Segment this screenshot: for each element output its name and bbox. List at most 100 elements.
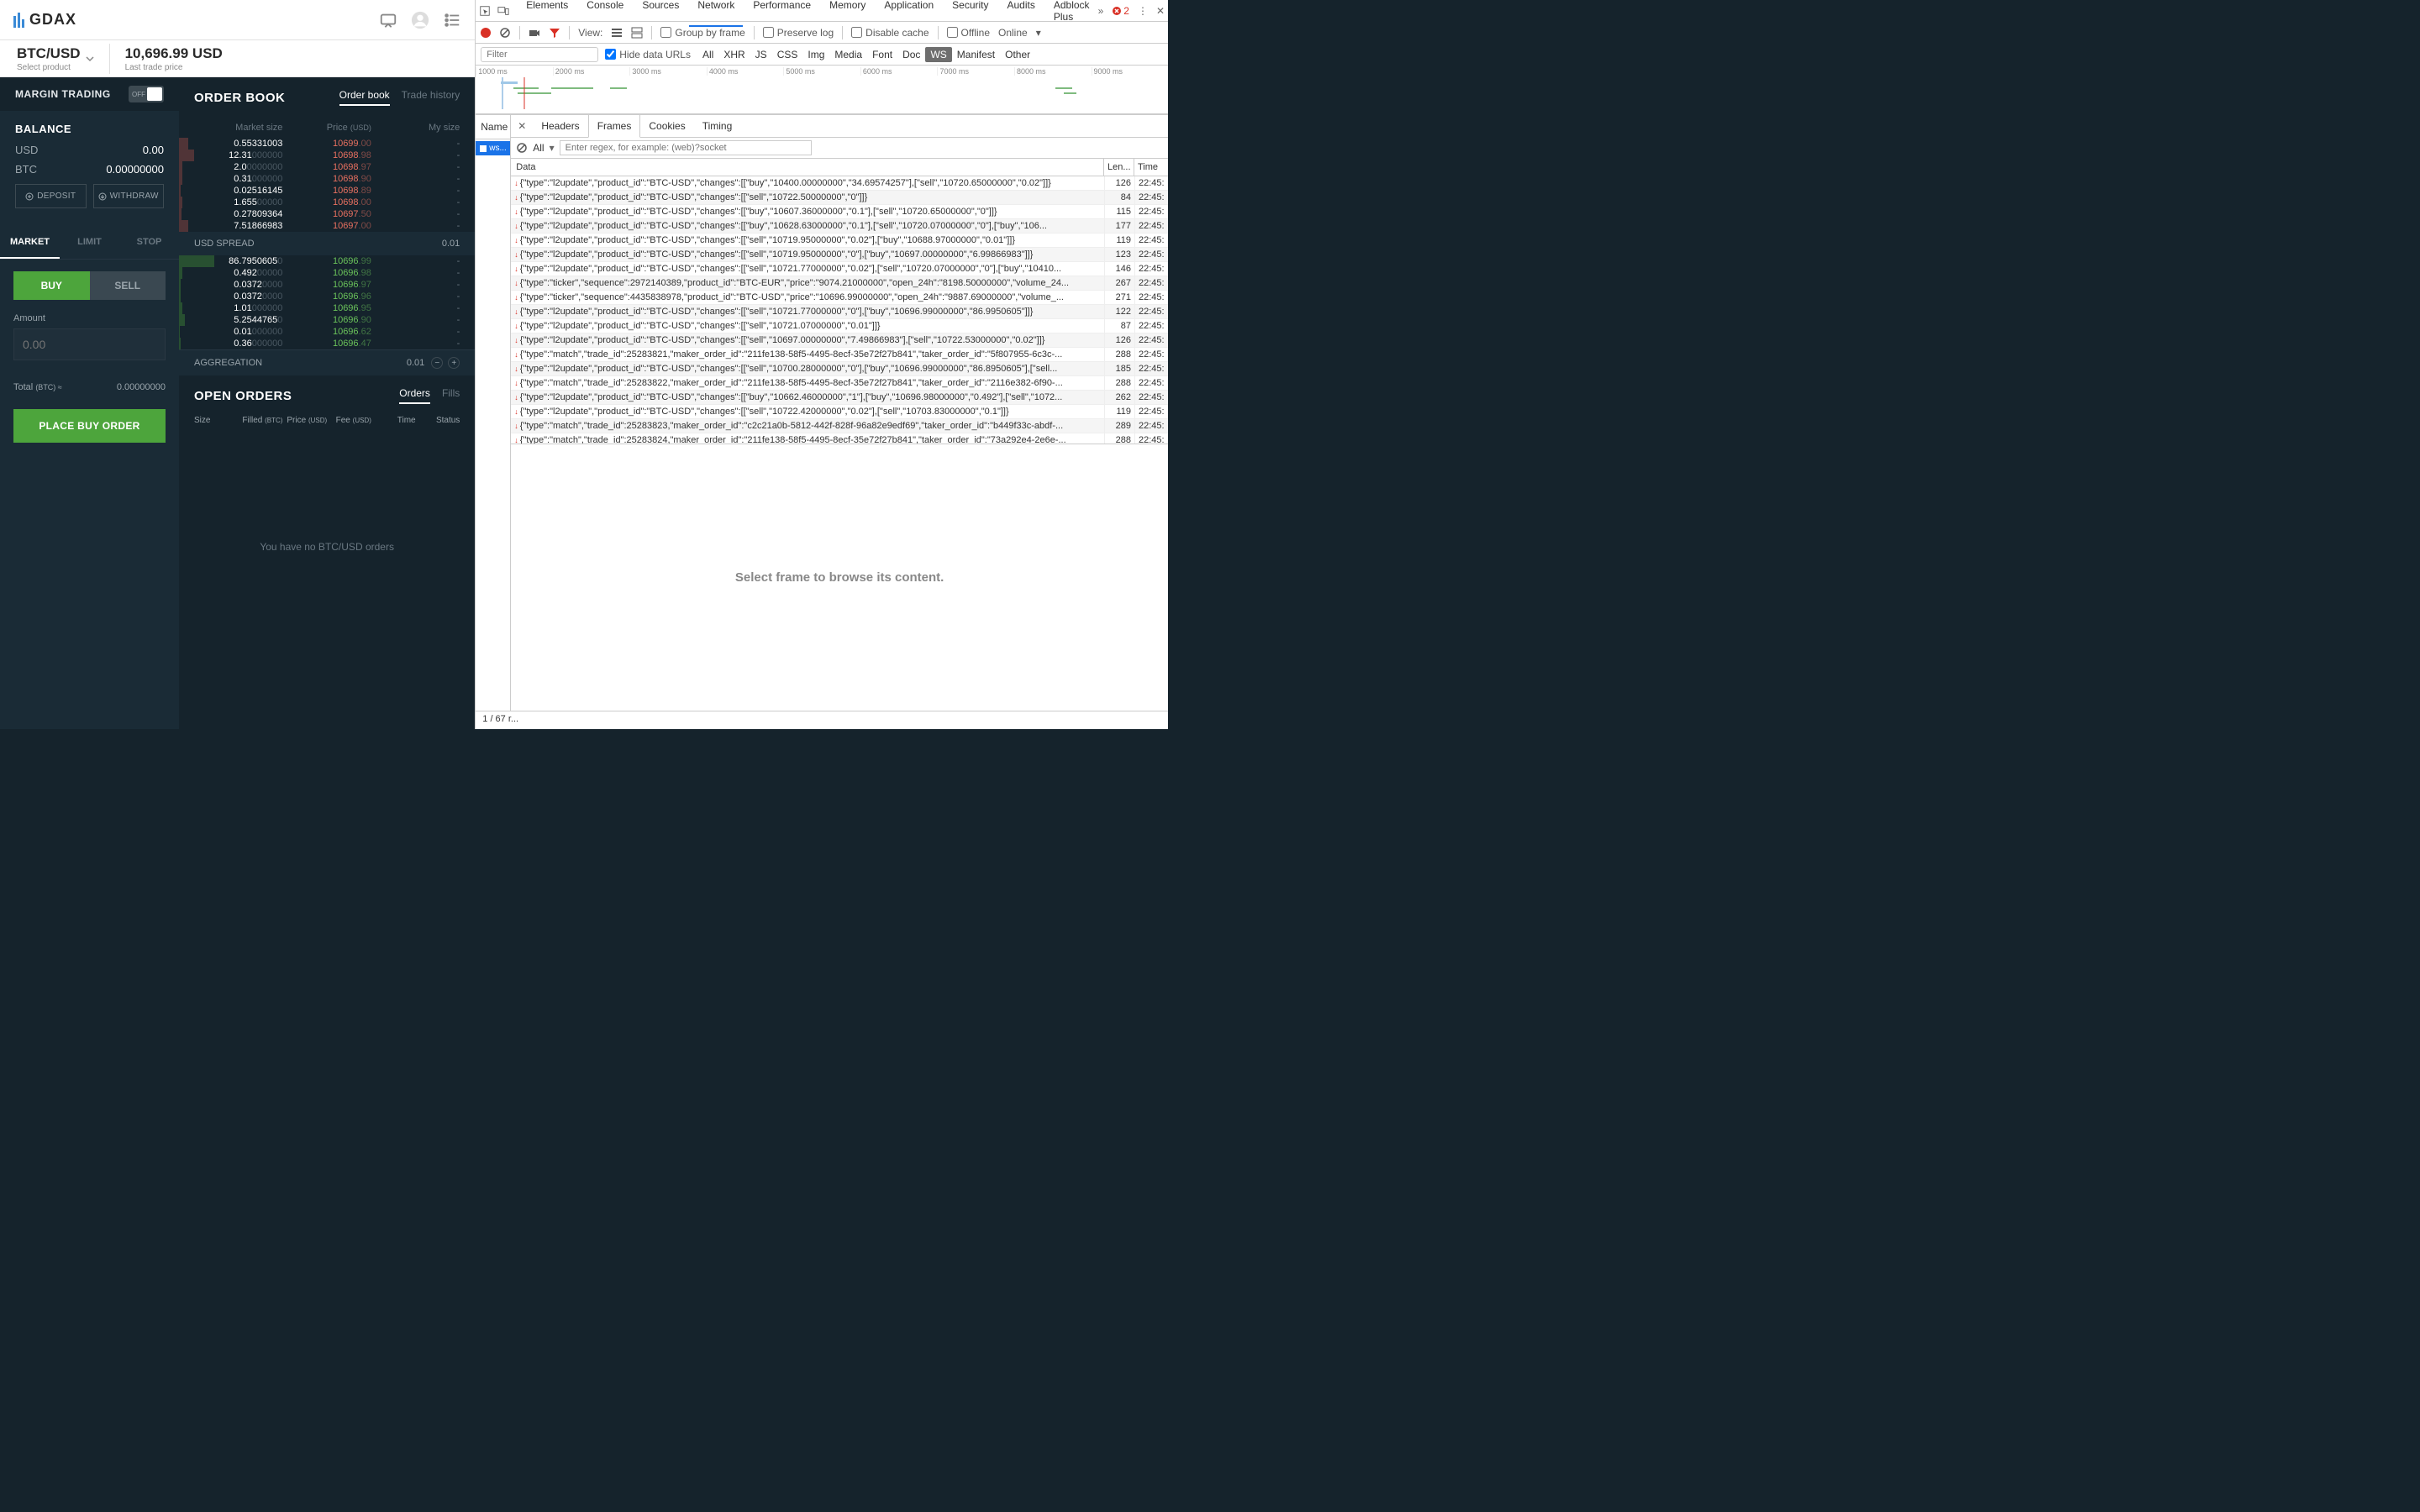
filter-icon[interactable] — [549, 27, 560, 39]
kebab-icon[interactable]: ⋮ — [1138, 5, 1148, 17]
filter-manifest[interactable]: Manifest — [952, 47, 1000, 62]
sell-button[interactable]: SELL — [90, 271, 166, 300]
frame-row[interactable]: ↓{"type":"l2update","product_id":"BTC-US… — [511, 205, 1168, 219]
filter-font[interactable]: Font — [867, 47, 897, 62]
tab-limit[interactable]: LIMIT — [60, 227, 119, 259]
inspect-icon[interactable] — [479, 5, 491, 17]
list-view-icon[interactable] — [611, 27, 623, 39]
gdax-logo[interactable]: GDAX — [13, 11, 76, 29]
tab-fills[interactable]: Fills — [442, 387, 460, 404]
buy-button[interactable]: BUY — [13, 271, 90, 300]
product-selector[interactable]: BTC/USD Select product — [17, 45, 94, 72]
orderbook-row[interactable]: 86.79506050 10696.99 - — [179, 255, 475, 267]
frame-row[interactable]: ↓{"type":"l2update","product_id":"BTC-US… — [511, 176, 1168, 191]
ws-request-item[interactable]: ws... — [476, 141, 510, 155]
filter-doc[interactable]: Doc — [897, 47, 925, 62]
orderbook-row[interactable]: 0.55331003 10699.00 - — [179, 138, 475, 150]
frame-row[interactable]: ↓{"type":"ticker","sequence":2972140389,… — [511, 276, 1168, 291]
orderbook-row[interactable]: 7.51866983 10697.00 - — [179, 220, 475, 232]
throttle-chevron[interactable]: ▾ — [1036, 27, 1041, 39]
frame-row[interactable]: ↓{"type":"l2update","product_id":"BTC-US… — [511, 219, 1168, 234]
clear-icon[interactable] — [499, 27, 511, 39]
frame-row[interactable]: ↓{"type":"match","trade_id":25283822,"ma… — [511, 376, 1168, 391]
orderbook-row[interactable]: 0.31000000 10698.90 - — [179, 173, 475, 185]
tab-trade-history[interactable]: Trade history — [402, 89, 460, 106]
orderbook-row[interactable]: 12.31000000 10698.98 - — [179, 150, 475, 161]
tab-market[interactable]: MARKET — [0, 227, 60, 259]
preserve-log-check[interactable]: Preserve log — [763, 27, 834, 39]
orderbook-row[interactable]: 0.03720000 10696.96 - — [179, 291, 475, 302]
filter-chevron[interactable]: ▾ — [550, 142, 555, 154]
frame-row[interactable]: ↓{"type":"l2update","product_id":"BTC-US… — [511, 305, 1168, 319]
frame-row[interactable]: ↓{"type":"l2update","product_id":"BTC-US… — [511, 362, 1168, 376]
frame-row[interactable]: ↓{"type":"ticker","sequence":4435838978,… — [511, 291, 1168, 305]
agg-plus-button[interactable]: + — [448, 357, 460, 369]
group-by-frame-check[interactable]: Group by frame — [660, 27, 744, 39]
orderbook-row[interactable]: 0.02516145 10698.89 - — [179, 185, 475, 197]
detail-tab-headers[interactable]: Headers — [533, 115, 587, 137]
filter-js[interactable]: JS — [750, 47, 772, 62]
all-filter[interactable]: All — [533, 142, 544, 154]
divider — [109, 44, 110, 74]
frame-row[interactable]: ↓{"type":"l2update","product_id":"BTC-US… — [511, 391, 1168, 405]
tab-order-book[interactable]: Order book — [339, 89, 390, 106]
tab-orders[interactable]: Orders — [399, 387, 430, 404]
orderbook-row[interactable]: 0.03720000 10696.97 - — [179, 279, 475, 291]
agg-minus-button[interactable]: − — [431, 357, 443, 369]
frame-row[interactable]: ↓{"type":"l2update","product_id":"BTC-US… — [511, 234, 1168, 248]
frame-row[interactable]: ↓{"type":"l2update","product_id":"BTC-US… — [511, 248, 1168, 262]
filter-ws[interactable]: WS — [925, 47, 951, 62]
frame-row[interactable]: ↓{"type":"l2update","product_id":"BTC-US… — [511, 405, 1168, 419]
close-icon[interactable]: ✕ — [1156, 5, 1165, 17]
regex-input[interactable] — [560, 140, 812, 155]
tab-stop[interactable]: STOP — [119, 227, 179, 259]
deposit-button[interactable]: DEPOSIT — [15, 184, 87, 208]
frame-row[interactable]: ↓{"type":"match","trade_id":25283821,"ma… — [511, 348, 1168, 362]
frame-row[interactable]: ↓{"type":"l2update","product_id":"BTC-US… — [511, 191, 1168, 205]
orderbook-row[interactable]: 0.36000000 10696.47 - — [179, 338, 475, 349]
user-avatar-icon[interactable] — [411, 11, 429, 29]
filter-input[interactable] — [481, 47, 598, 62]
orderbook-row[interactable]: 1.65500000 10698.00 - — [179, 197, 475, 208]
frame-row[interactable]: ↓{"type":"match","trade_id":25283823,"ma… — [511, 419, 1168, 433]
detail-tab-cookies[interactable]: Cookies — [640, 115, 693, 137]
frames-body[interactable]: ↓{"type":"l2update","product_id":"BTC-US… — [511, 176, 1168, 444]
orderbook-row[interactable]: 0.49200000 10696.98 - — [179, 267, 475, 279]
detail-tab-frames[interactable]: Frames — [588, 115, 641, 138]
menu-icon[interactable] — [443, 11, 461, 29]
detail-tab-timing[interactable]: Timing — [694, 115, 741, 137]
filter-xhr[interactable]: XHR — [718, 47, 750, 62]
orderbook-row[interactable]: 0.01000000 10696.62 - — [179, 326, 475, 338]
filter-img[interactable]: Img — [802, 47, 829, 62]
orderbook-row[interactable]: 0.27809364 10697.50 - — [179, 208, 475, 220]
disable-cache-check[interactable]: Disable cache — [851, 27, 929, 39]
hide-urls-check[interactable]: Hide data URLs — [605, 49, 691, 60]
withdraw-button[interactable]: WITHDRAW — [93, 184, 165, 208]
error-badge[interactable]: 2 — [1112, 5, 1129, 17]
frame-row[interactable]: ↓{"type":"l2update","product_id":"BTC-US… — [511, 333, 1168, 348]
close-detail-icon[interactable]: ✕ — [511, 117, 533, 135]
amount-input[interactable] — [14, 329, 183, 360]
timeline[interactable]: 1000 ms2000 ms3000 ms4000 ms5000 ms6000 … — [476, 66, 1168, 114]
clear-frames-icon[interactable] — [516, 142, 528, 154]
record-button[interactable] — [481, 28, 491, 38]
camera-icon[interactable] — [529, 27, 540, 39]
filter-css[interactable]: CSS — [772, 47, 803, 62]
filter-other[interactable]: Other — [1000, 47, 1035, 62]
margin-toggle[interactable]: OFF — [129, 86, 164, 102]
filter-all[interactable]: All — [697, 47, 718, 62]
chat-icon[interactable] — [379, 11, 397, 29]
frame-row[interactable]: ↓{"type":"l2update","product_id":"BTC-US… — [511, 262, 1168, 276]
offline-check[interactable]: Offline — [947, 27, 990, 39]
frame-row[interactable]: ↓{"type":"match","trade_id":25283824,"ma… — [511, 433, 1168, 444]
frame-row[interactable]: ↓{"type":"l2update","product_id":"BTC-US… — [511, 319, 1168, 333]
online-select[interactable]: Online — [998, 27, 1028, 39]
large-view-icon[interactable] — [631, 27, 643, 39]
device-icon[interactable] — [497, 5, 509, 17]
more-tabs-icon[interactable]: » — [1098, 5, 1104, 17]
orderbook-row[interactable]: 5.25447650 10696.90 - — [179, 314, 475, 326]
orderbook-row[interactable]: 1.01000000 10696.95 - — [179, 302, 475, 314]
place-order-button[interactable]: PLACE BUY ORDER — [13, 409, 166, 443]
filter-media[interactable]: Media — [829, 47, 867, 62]
orderbook-row[interactable]: 2.00000000 10698.97 - — [179, 161, 475, 173]
